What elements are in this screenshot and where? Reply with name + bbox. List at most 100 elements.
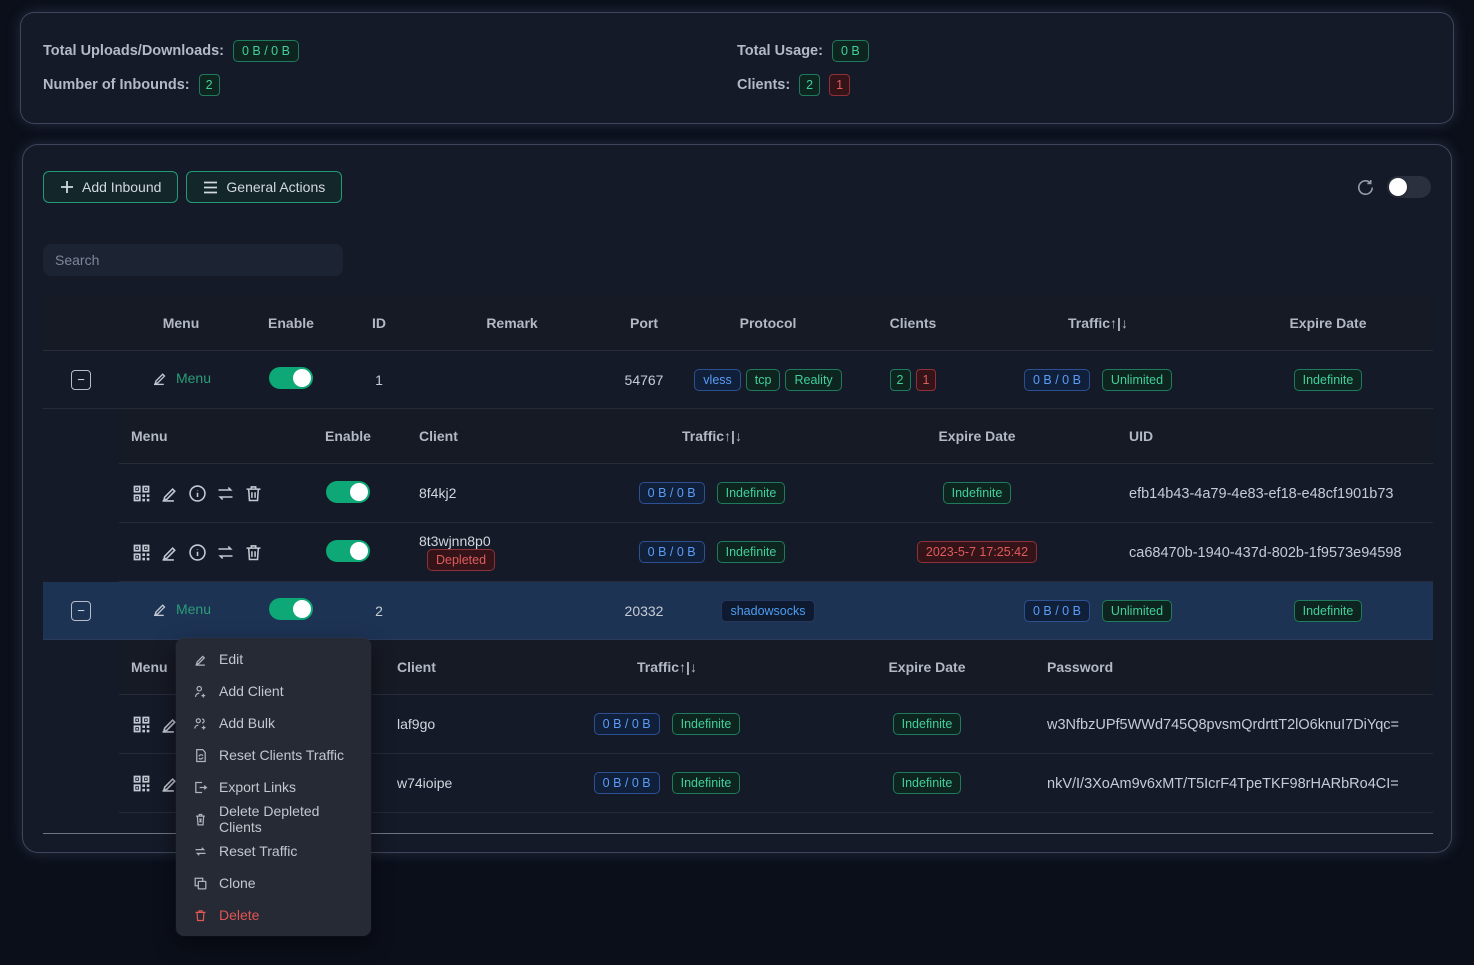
client-enable-toggle[interactable] xyxy=(326,481,370,503)
menu-item-label: Delete Depleted Clients xyxy=(219,803,354,835)
header-client-traffic-sort[interactable]: Traffic↑|↓ xyxy=(567,409,857,464)
clients-depleted-count: 1 xyxy=(916,369,937,391)
qrcode-icon[interactable] xyxy=(131,483,152,504)
client-traffic-value: 0 B / 0 B xyxy=(639,541,705,563)
search-input[interactable] xyxy=(43,244,343,276)
inbound-enable-toggle[interactable] xyxy=(269,367,313,389)
traffic-value-badge: 0 B / 0 B xyxy=(1024,369,1090,391)
client-traffic-value: 0 B / 0 B xyxy=(639,482,705,504)
refresh-icon[interactable] xyxy=(1356,178,1375,197)
client-traffic-badges: 0 B / 0 B Indefinite xyxy=(639,541,786,563)
total-uploads-downloads-line: Total Uploads/Downloads: 0 B / 0 B xyxy=(43,40,737,62)
edit-icon[interactable] xyxy=(159,483,180,504)
header-client-expire: Expire Date xyxy=(857,409,1097,464)
total-usage-line: Total Usage: 0 B xyxy=(737,40,1431,62)
total-usage-label: Total Usage: xyxy=(737,43,823,59)
client-name: laf9go xyxy=(397,716,435,732)
delete-icon xyxy=(193,908,208,923)
traffic-badges: 0 B / 0 B Unlimited xyxy=(1024,369,1172,391)
qrcode-icon[interactable] xyxy=(131,542,152,563)
reset-traffic-icon[interactable] xyxy=(215,483,236,504)
protocol-badge-vless: vless xyxy=(694,369,740,391)
menu-item-export-links[interactable]: Export Links xyxy=(176,771,371,803)
protocol-badges: vless tcp Reality xyxy=(694,369,841,391)
info-icon[interactable] xyxy=(187,542,208,563)
edit-icon[interactable] xyxy=(159,542,180,563)
menu-item-label: Add Bulk xyxy=(219,715,275,731)
inbound-menu-button[interactable]: Menu xyxy=(151,600,211,618)
delete-icon[interactable] xyxy=(243,483,264,504)
client-row-8t3wjnn8p0: 8t3wjnn8p0 Depleted 0 B / 0 B Indefinite xyxy=(119,523,1433,582)
traffic-value-badge: 0 B / 0 B xyxy=(1024,600,1090,622)
menu-item-add-client[interactable]: Add Client xyxy=(176,675,371,707)
menu-item-clone[interactable]: Clone xyxy=(176,867,371,899)
menu-item-label: Add Client xyxy=(219,683,284,699)
menu-item-add-bulk[interactable]: Add Bulk xyxy=(176,707,371,739)
client-password: nkV/I/3XoAm9v6xMT/T5IcrF4TpeTKF98rHARbRo… xyxy=(1047,776,1399,792)
client-traffic-badges: 0 B / 0 B Indefinite xyxy=(639,482,786,504)
stats-left-column: Total Uploads/Downloads: 0 B / 0 B Numbe… xyxy=(43,40,737,96)
header-traffic-sort[interactable]: Traffic↑|↓ xyxy=(973,296,1223,351)
toolbar-right xyxy=(1356,176,1431,198)
info-icon[interactable] xyxy=(187,483,208,504)
clients-depleted-badge: 1 xyxy=(829,74,850,96)
client-traffic-limit: Indefinite xyxy=(717,482,786,504)
inbound-row-1: Menu 1 54767 vless tcp Reality 2 xyxy=(43,351,1433,409)
delete-icon[interactable] xyxy=(243,542,264,563)
menu-item-label: Reset Traffic xyxy=(219,843,297,859)
toolbar: Add Inbound General Actions xyxy=(43,171,1431,203)
client-name: 8f4kj2 xyxy=(419,485,456,501)
usergroup-add-icon xyxy=(193,716,208,731)
collapse-row-button[interactable] xyxy=(71,370,91,390)
protocol-badge-tcp: tcp xyxy=(746,369,781,391)
client-name: w74ioipe xyxy=(397,775,452,791)
client-name: 8t3wjnn8p0 xyxy=(419,533,491,549)
edit-icon xyxy=(193,652,208,667)
add-inbound-label: Add Inbound xyxy=(82,179,161,195)
inbounds-header-row: Menu Enable ID Remark Port Protocol Clie… xyxy=(43,296,1433,351)
menu-item-label: Edit xyxy=(219,651,243,667)
dark-mode-toggle[interactable] xyxy=(1387,176,1431,198)
qrcode-icon[interactable] xyxy=(131,773,152,794)
menu-item-edit[interactable]: Edit xyxy=(176,643,371,675)
header-client-traffic-sort[interactable]: Traffic↑|↓ xyxy=(527,640,807,695)
header-client-expire: Expire Date xyxy=(807,640,1047,695)
qrcode-icon[interactable] xyxy=(131,714,152,735)
client-actions xyxy=(131,483,309,504)
inbound-menu-button[interactable]: Menu xyxy=(151,369,211,387)
total-uploads-downloads-label: Total Uploads/Downloads: xyxy=(43,43,224,59)
clients-count-badges: 2 1 xyxy=(890,369,937,391)
client-traffic-limit: Indefinite xyxy=(672,772,741,794)
inbound-remark xyxy=(419,582,605,640)
stats-right-column: Total Usage: 0 B Clients: 2 1 xyxy=(737,40,1431,96)
header-id: ID xyxy=(339,296,419,351)
file-sync-icon xyxy=(193,748,208,763)
clients-line: Clients: 2 1 xyxy=(737,74,1431,96)
client-enable-toggle[interactable] xyxy=(326,540,370,562)
add-inbound-button[interactable]: Add Inbound xyxy=(43,171,178,203)
client-expire-badge: 2023-5-7 17:25:42 xyxy=(917,541,1037,563)
reset-traffic-icon[interactable] xyxy=(215,542,236,563)
client-actions xyxy=(131,542,309,563)
protocol-badge-shadowsocks: shadowsocks xyxy=(721,600,814,622)
menu-item-reset-traffic[interactable]: Reset Traffic xyxy=(176,835,371,867)
header-clients: Clients xyxy=(853,296,973,351)
menu-item-reset-clients-traffic[interactable]: Reset Clients Traffic xyxy=(176,739,371,771)
general-actions-button[interactable]: General Actions xyxy=(186,171,342,203)
menu-item-delete-depleted-clients[interactable]: Delete Depleted Clients xyxy=(176,803,371,835)
inbound-menu-label: Menu xyxy=(176,370,211,386)
inbound-port: 20332 xyxy=(605,582,683,640)
menu-item-delete[interactable]: Delete xyxy=(176,899,371,931)
traffic-limit-badge: Unlimited xyxy=(1102,369,1172,391)
client-table-vless: Menu Enable Client Traffic↑|↓ Expire Dat… xyxy=(119,409,1433,582)
inbound-menu-label: Menu xyxy=(176,601,211,617)
header-client-password: Password xyxy=(1047,640,1433,695)
inbound-context-menu: Edit Add Client Add Bulk Reset Clients T… xyxy=(176,638,371,936)
client-traffic-value: 0 B / 0 B xyxy=(594,772,660,794)
client-traffic-badges: 0 B / 0 B Indefinite xyxy=(594,713,741,735)
depleted-badge: Depleted xyxy=(427,549,495,571)
header-remark: Remark xyxy=(419,296,605,351)
collapse-row-button[interactable] xyxy=(71,601,91,621)
general-actions-label: General Actions xyxy=(226,179,325,195)
inbound-enable-toggle[interactable] xyxy=(269,598,313,620)
